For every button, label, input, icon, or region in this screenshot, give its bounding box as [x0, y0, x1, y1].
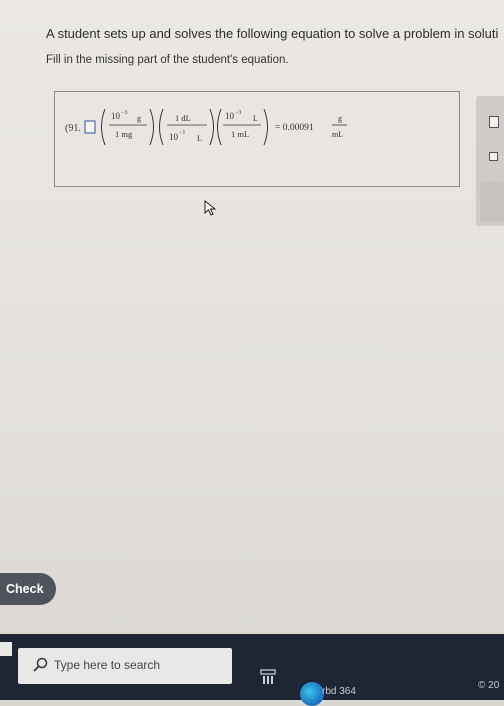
factor3-den: 1 mL: [231, 129, 249, 139]
taskbar-search-input[interactable]: Type here to search: [18, 648, 232, 684]
paren-right-3: [263, 108, 268, 146]
paren-left-1: [101, 108, 106, 146]
paren-right-1: [149, 108, 154, 146]
factor2-den-exp: −1: [179, 130, 185, 136]
equation-result: = 0.00091: [275, 123, 314, 133]
edge-icon[interactable]: [300, 682, 324, 706]
windows-icon[interactable]: [0, 642, 12, 656]
answer-blank-icon[interactable]: [84, 120, 96, 134]
cursor-arrow-icon: [204, 200, 217, 216]
question-prompt: A student sets up and solves the followi…: [46, 26, 499, 41]
tool-x-icon[interactable]: [489, 116, 499, 128]
taskbar: Type here to search rbd 364 © 20: [0, 634, 504, 706]
factor2-den-coeff: 10: [169, 132, 179, 142]
factor2-den-unit: L: [197, 134, 202, 143]
factor3-num-unit: L: [253, 114, 258, 123]
equation-leading-value: (91.: [65, 123, 81, 134]
side-toolbar-button[interactable]: [480, 182, 504, 222]
factor3-num-exp: −3: [235, 110, 241, 116]
question-instruction: Fill in the missing part of the student'…: [46, 54, 289, 66]
check-button[interactable]: Check: [0, 573, 56, 605]
factor3-num-coeff: 10: [225, 111, 235, 121]
search-icon: [33, 657, 48, 672]
paren-left-3: [217, 108, 222, 146]
edge-window-label: rbd 364: [322, 686, 356, 697]
equation-graphic: (91. 10 −3 g 1 mg 1 dL 10 −1 L 10 −3 L 1…: [65, 108, 347, 146]
factor1-num-unit: g: [137, 114, 141, 123]
factor2-num: 1 dL: [175, 113, 191, 123]
result-unit-num: g: [338, 114, 342, 123]
browser-viewport: A student sets up and solves the followi…: [0, 0, 504, 634]
tool-reset-icon[interactable]: [489, 152, 498, 161]
task-view-icon[interactable]: [260, 668, 276, 686]
equation-answer-box: (91. 10 −3 g 1 mg 1 dL 10 −1 L 10 −3 L 1…: [54, 91, 460, 187]
paren-left-2: [159, 108, 164, 146]
paren-right-2: [209, 108, 214, 146]
factor1-num-coeff: 10: [111, 111, 121, 121]
factor1-num-exp: −3: [121, 110, 127, 116]
result-unit-den: mL: [332, 130, 343, 139]
clock: © 20: [478, 680, 500, 691]
search-placeholder: Type here to search: [54, 658, 161, 672]
equation: (91. 10 −3 g 1 mg 1 dL 10 −1 L 10 −3 L 1…: [65, 106, 455, 150]
factor1-den: 1 mg: [115, 129, 133, 139]
